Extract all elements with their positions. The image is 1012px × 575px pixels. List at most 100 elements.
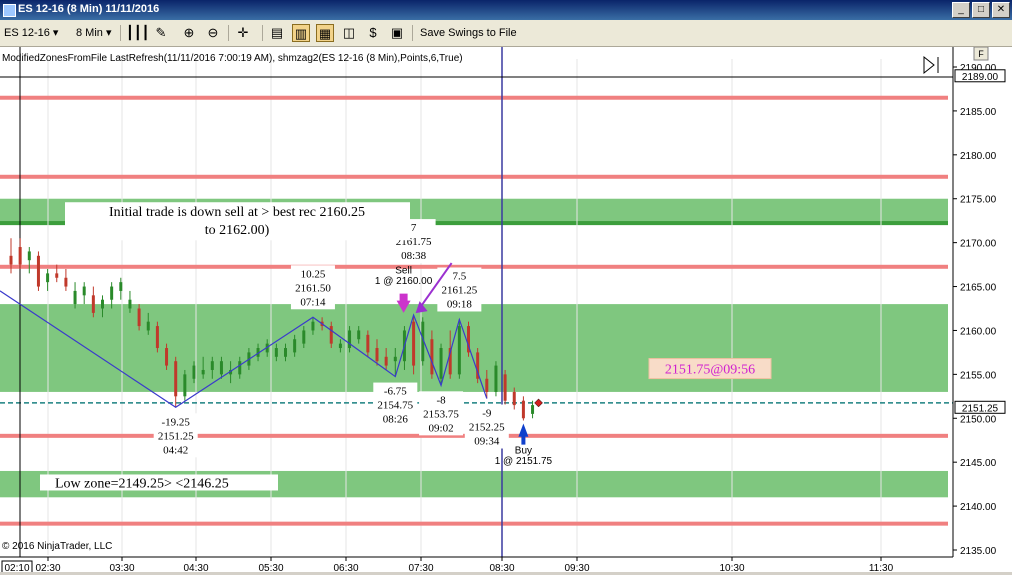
swing-label-text: 10.25	[301, 268, 326, 280]
price-bar	[348, 330, 352, 349]
resistance-line	[0, 174, 948, 179]
price-tick-label: 2155.00	[960, 370, 997, 381]
indicator-label: ModifiedZonesFromFile LastRefresh(11/11/…	[2, 53, 463, 64]
swing-label-text: -6.75	[384, 386, 407, 398]
price-bar	[174, 361, 178, 397]
price-tick-label: 2160.00	[960, 326, 997, 337]
instrument-label: ES 12-16	[4, 27, 50, 39]
price-bar	[284, 348, 287, 357]
swing-label-text: 2161.25	[441, 284, 477, 296]
price-bar	[91, 295, 95, 313]
crosshair-time: 02:10	[4, 563, 29, 572]
price-bar	[311, 321, 315, 331]
price-bar	[357, 330, 361, 340]
price-tick-label: 2165.00	[960, 283, 997, 294]
chart-toolbar: ES 12-16 ▾ 8 Min ▾ ┃┃┃ ✎ ⊕ ⊖ ✛ ▤ ▥ ▦ ◫ $…	[0, 20, 1012, 47]
price-bar	[302, 330, 306, 344]
time-tick-label: 11:30	[869, 563, 894, 572]
swing-label-text: -19.25	[161, 416, 190, 428]
bar-type-icon[interactable]: ┃┃┃	[126, 24, 149, 42]
interval-selector[interactable]: 8 Min ▾	[76, 24, 111, 42]
price-bar	[274, 348, 278, 357]
template-icon[interactable]: ▣	[388, 24, 406, 42]
price-tick-label: 2140.00	[960, 502, 997, 513]
price-bar	[494, 365, 498, 392]
price-tick-label: 2170.00	[960, 239, 997, 250]
price-chart[interactable]: -19.25 2151.25 04:42 10.25 2161.50 07:14 -6.75…	[0, 46, 1012, 574]
zoom-out-icon[interactable]: ⊖	[204, 24, 222, 42]
swing-label-text: 7.5	[452, 270, 466, 282]
buy-label: Buy	[515, 445, 532, 456]
price-bar	[485, 378, 489, 392]
time-tick-label: 05:30	[258, 563, 283, 572]
price-bar	[82, 286, 86, 296]
time-tick-label: 09:30	[564, 563, 589, 572]
time-tick-label: 04:30	[183, 563, 208, 572]
pencil-icon[interactable]: ✎	[152, 24, 170, 42]
buy-detail: 1 @ 2151.75	[495, 456, 553, 467]
price-bar	[201, 369, 205, 375]
price-tag: 2189.00	[962, 72, 999, 83]
scroll-end-icon	[923, 55, 935, 75]
data-box-icon[interactable]: ▤	[268, 24, 286, 42]
chart-panel[interactable]: -19.25 2151.25 04:42 10.25 2161.50 07:14 -6.75…	[0, 46, 1012, 574]
initial-trade-text-1: Initial trade is down sell at > best rec…	[109, 205, 365, 220]
swing-label-text: 2151.25	[158, 430, 194, 442]
price-bar	[64, 277, 68, 287]
price-bar	[55, 273, 59, 278]
price-tick-label: 2175.00	[960, 195, 997, 206]
app-icon	[3, 4, 16, 17]
price-bar	[146, 321, 150, 331]
price-bar	[210, 361, 214, 370]
time-tick-label: 07:30	[408, 563, 433, 572]
swing-label-text: 04:42	[163, 444, 188, 456]
price-bar	[503, 374, 507, 401]
price-bar	[128, 299, 132, 309]
time-tick-label: 02:30	[35, 563, 60, 572]
swing-label-text: 07:14	[300, 296, 326, 308]
swing-label-text: -8	[436, 394, 446, 406]
price-tick-label: 2145.00	[960, 458, 997, 469]
swing-label-text: 2152.25	[469, 422, 505, 434]
price-bar	[384, 356, 388, 366]
current-box-text: 2151.75@09:56	[665, 363, 755, 378]
price-bar	[137, 308, 141, 327]
price-tick-label: 2180.00	[960, 151, 997, 162]
strategies-icon[interactable]: ▦	[316, 24, 334, 42]
price-bar	[338, 343, 342, 349]
price-bar	[119, 282, 123, 291]
buy-arrow-icon	[518, 423, 529, 445]
maximize-icon[interactable]: □	[972, 2, 990, 18]
close-icon[interactable]: ✕	[992, 2, 1010, 18]
swing-label-text: 09:18	[447, 298, 473, 310]
time-tick-label: 03:30	[109, 563, 134, 572]
save-swings-button[interactable]: Save Swings to File	[420, 24, 517, 42]
price-bar	[375, 348, 379, 362]
indicators-icon[interactable]: ▥	[292, 24, 310, 42]
format-button-label: F	[978, 49, 984, 59]
initial-trade-text-2: to 2162.00)	[205, 223, 270, 238]
price-bar	[36, 255, 40, 287]
minimize-icon[interactable]: _	[952, 2, 970, 18]
swing-label-text: 7	[411, 222, 417, 234]
price-bar	[521, 400, 525, 419]
copyright-text: © 2016 NinjaTrader, LLC	[2, 541, 112, 552]
crosshair-icon[interactable]: ✛	[234, 24, 252, 42]
sell-label: Sell	[395, 265, 412, 276]
dollar-icon[interactable]: $	[364, 24, 382, 42]
price-bar	[101, 299, 104, 309]
price-bar	[393, 356, 397, 362]
chart-properties-icon[interactable]: ◫	[340, 24, 358, 42]
price-bar	[457, 326, 461, 375]
price-bar	[73, 290, 77, 305]
execution-marker	[534, 398, 543, 408]
price-bar	[238, 361, 242, 375]
price-bar	[192, 365, 196, 379]
price-bar	[46, 273, 50, 283]
swing-label-text: 09:02	[429, 422, 454, 434]
price-bar	[293, 339, 297, 353]
time-tick-label: 10:30	[719, 563, 744, 572]
zoom-in-icon[interactable]: ⊕	[180, 24, 198, 42]
instrument-selector[interactable]: ES 12-16 ▾	[4, 24, 58, 42]
swing-label-text: 08:26	[383, 414, 409, 426]
